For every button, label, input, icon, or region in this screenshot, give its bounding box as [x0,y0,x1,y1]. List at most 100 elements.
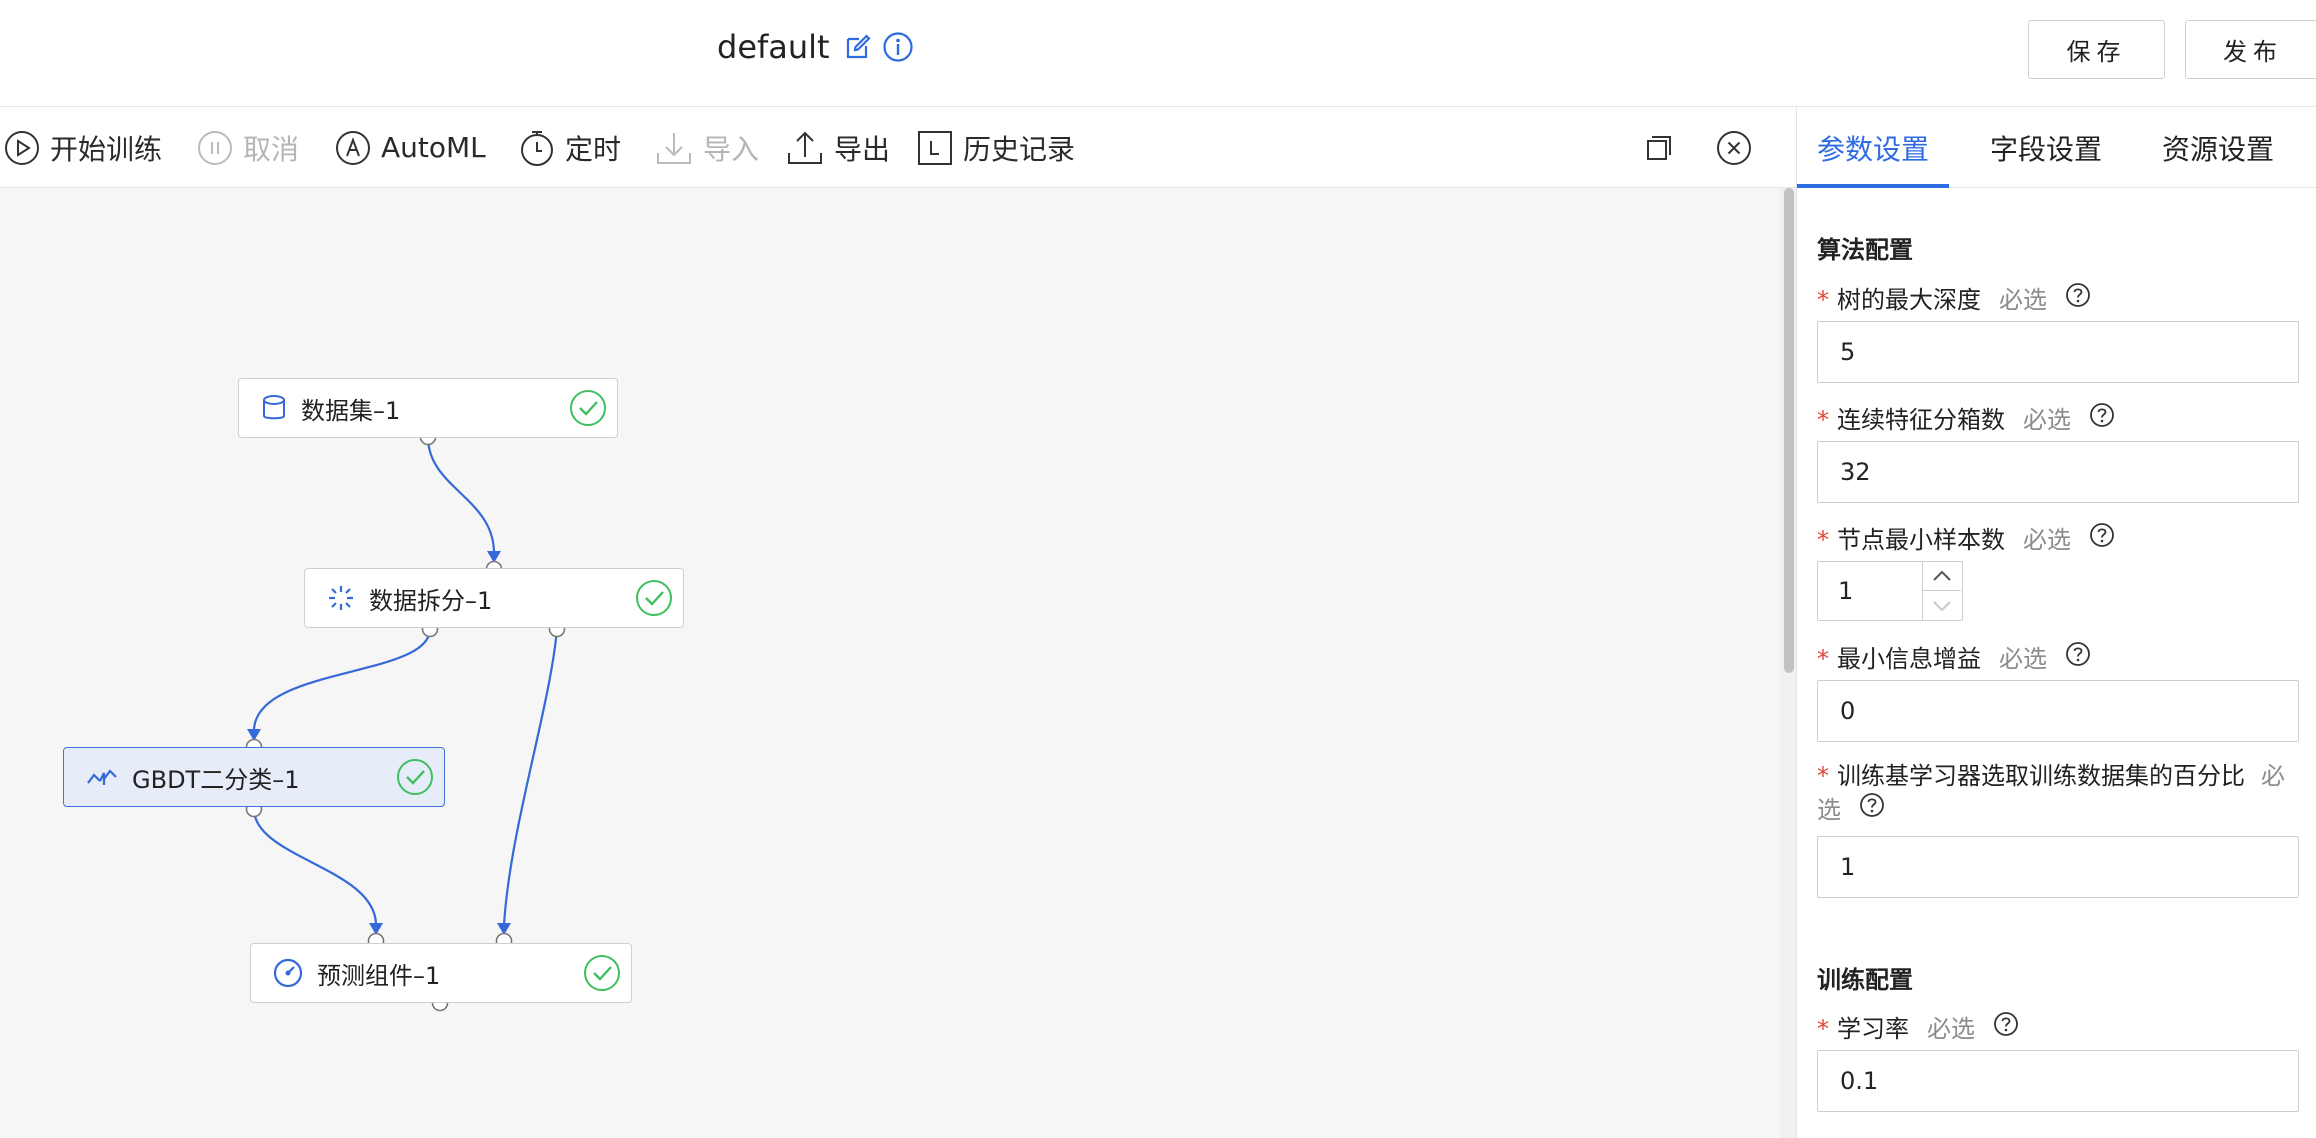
bins-input[interactable]: 32 [1817,441,2299,503]
cancel-button[interactable]: 取消 [197,107,299,188]
history-icon [918,130,952,165]
field-name: 训练基学习器选取训练数据集的百分比 [1837,762,2245,790]
split-icon [327,584,355,612]
canvas-toolbar: 开始训练 取消 AutoML 定时 导入 导出 历史记录 [0,107,1796,188]
increment-button[interactable] [1923,562,1961,591]
history-button[interactable]: 历史记录 [917,107,1075,188]
required-mark: * [1817,762,1829,790]
required-hint: 必选 [1999,645,2047,673]
min-gain-input[interactable]: 0 [1817,680,2299,742]
tab-params[interactable]: 参数设置 [1817,107,1929,188]
upload-icon [788,131,822,164]
edge-split-gbdt [247,628,432,741]
edge-gbdt-predict [252,808,383,935]
field-name: 学习率 [1837,1015,1909,1043]
required-hint: 必选 [2023,406,2071,434]
field-label-min-gain: * 最小信息增益 必选 [1817,641,2297,676]
required-mark: * [1817,526,1829,554]
field-label-subsample: * 训练基学习器选取训练数据集的百分比必 选 [1817,759,2297,827]
stepper-buttons [1922,562,1962,620]
help-icon[interactable] [2065,282,2091,317]
canvas-scrollbar-thumb[interactable] [1784,188,1794,673]
download-icon [657,132,691,164]
node-label: 数据集–1 [301,396,401,425]
algo-section-title: 算法配置 [1817,236,1913,264]
schedule-label: 定时 [565,132,622,166]
start-training-label: 开始训练 [50,132,163,166]
publish-button[interactable]: 发布 [2185,20,2316,79]
info-icon[interactable] [882,31,914,63]
close-button[interactable] [1716,107,1752,188]
close-icon [1717,130,1751,165]
node-data-split[interactable]: 数据拆分–1 [304,568,684,628]
required-mark: * [1817,645,1829,673]
help-icon[interactable] [1993,1011,2019,1046]
edge-dataset-split [426,436,501,563]
chevron-down-icon [1933,600,1951,611]
learning-rate-input[interactable]: 0.1 [1817,1050,2299,1112]
node-predict[interactable]: 预测组件–1 [250,943,632,1003]
gauge-icon [273,958,303,988]
page-title: default [717,28,830,66]
success-check-icon [635,579,673,623]
node-gbdt-classifier[interactable]: GBDT二分类–1 [63,747,445,807]
help-icon[interactable] [2065,641,2091,676]
copy-icon [1647,135,1671,160]
field-label-min-samples: * 节点最小样本数 必选 [1817,522,2297,557]
required-mark: * [1817,406,1829,434]
import-button[interactable]: 导入 [655,107,759,188]
import-label: 导入 [703,132,760,166]
automl-label: AutoML [381,131,486,164]
field-name: 连续特征分箱数 [1837,406,2005,434]
required-hint-part-a: 必 [2261,762,2285,790]
min-samples-stepper[interactable]: 1 [1817,561,1963,621]
tab-resources[interactable]: 资源设置 [2162,107,2274,188]
copy-button[interactable] [1644,107,1674,188]
required-mark: * [1817,286,1829,314]
settings-panel: 参数设置 字段设置 资源设置 算法配置 * 树的最大深度 必选 5 * 连续特征分箱数… [1796,107,2316,1138]
save-button[interactable]: 保存 [2028,20,2165,79]
play-icon [5,130,39,165]
max-depth-input[interactable]: 5 [1817,321,2299,383]
success-check-icon [583,954,621,998]
field-name: 树的最大深度 [1837,286,1981,314]
help-icon[interactable] [2089,522,2115,557]
required-hint: 必选 [1927,1015,1975,1043]
required-hint: 必选 [2023,526,2071,554]
start-training-button[interactable]: 开始训练 [4,107,162,188]
edit-icon[interactable] [844,33,872,61]
settings-tabs: 参数设置 字段设置 资源设置 [1797,107,2316,188]
database-icon [261,394,287,422]
chevron-up-icon [1933,570,1951,581]
tab-fields[interactable]: 字段设置 [1990,107,2102,188]
decrement-button[interactable] [1923,591,1961,620]
field-name: 最小信息增益 [1837,645,1981,673]
subsample-input[interactable]: 1 [1817,836,2299,898]
node-label: 数据拆分–1 [369,586,493,615]
automl-icon [336,130,370,165]
export-button[interactable]: 导出 [786,107,890,188]
help-icon[interactable] [2089,402,2115,437]
export-label: 导出 [834,132,891,166]
field-label-bins: * 连续特征分箱数 必选 [1817,402,2297,437]
schedule-button[interactable]: 定时 [519,107,621,188]
top-header: default 保存 发布 [0,0,2316,107]
active-tab-underline [1797,184,1949,188]
required-mark: * [1817,1015,1829,1043]
page-title-group: default [717,28,914,66]
field-label-max-depth: * 树的最大深度 必选 [1817,282,2297,317]
min-samples-value[interactable]: 1 [1838,562,1853,620]
automl-button[interactable]: AutoML [335,107,486,188]
required-hint-part-b: 选 [1817,796,1841,824]
success-check-icon [396,758,434,802]
field-label-learning-rate: * 学习率 必选 [1817,1011,2297,1046]
workflow-canvas[interactable]: 数据集–1 数据拆分–1 GBDT二分类–1 预测组件–1 [0,188,1796,1138]
success-check-icon [569,389,607,433]
field-name: 节点最小样本数 [1837,526,2005,554]
cancel-label: 取消 [243,132,300,166]
history-label: 历史记录 [963,132,1076,166]
node-dataset[interactable]: 数据集–1 [238,378,618,438]
required-hint: 必选 [1999,286,2047,314]
node-label: 预测组件–1 [317,961,441,990]
help-icon[interactable] [1859,792,1885,827]
